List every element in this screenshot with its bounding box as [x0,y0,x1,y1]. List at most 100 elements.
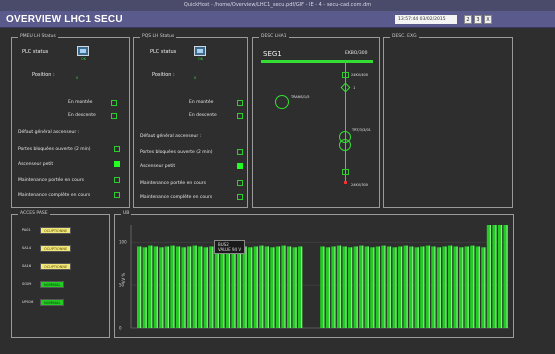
plc-computer-icon[interactable] [194,46,206,56]
chart-bar-highlight [184,247,186,328]
chart-bar-highlight [167,246,169,328]
chart-bar-highlight [239,245,242,328]
portes-indicator [237,149,243,155]
chart-bar-highlight [140,246,142,328]
chart-tooltip: BUS2 VALUE 94 V [214,240,246,254]
plc-status-label: PLC status [150,49,177,55]
defaut-label: Défaut général ascenseur : [140,134,202,139]
chart-bar-highlight [206,247,208,328]
position-value: 0 [76,76,79,80]
chart-bar-highlight [428,245,430,328]
feeder-line [345,63,346,183]
ascenseur-label: Ascenseur petit [18,162,54,167]
access-name-1: SA14 [22,246,32,250]
bottom-breaker-icon[interactable] [342,169,349,175]
chart-bar-highlight [356,246,358,328]
pqs-status-panel: PQS LH Status PLC status OK Position : 0… [133,34,248,208]
position-label: Position : [32,72,55,78]
chart-bar-highlight [284,245,286,328]
chart-bar-highlight [190,246,192,328]
chart-bar-highlight [500,225,503,328]
transformer-secondary-icon [339,139,351,151]
maintenance-portee-indicator [237,180,243,186]
access-status-4[interactable]: NOMINAL [40,299,65,306]
chart-bar-highlight [373,247,375,328]
bottom-alarm-dot [344,181,347,184]
chart-bar-highlight [289,246,292,328]
access-status-1[interactable]: OCUPTIONNE [40,245,72,252]
chart-bar-highlight [334,246,336,328]
chart-bar-highlight [495,225,497,328]
plc-ok-text: OK [198,57,204,61]
chart-bar-highlight [362,245,364,328]
chart-bar-highlight [267,246,269,328]
chart-bar-highlight [484,247,486,328]
desc-exg-panel: DESC. EXG [383,34,513,208]
chart-bar-highlight [162,247,164,328]
seg-id: EKBO/300 [345,51,368,56]
top-breaker-icon[interactable] [342,72,349,78]
transformer-label: TRT/3/3/01 [352,128,371,132]
chart-bar-highlight [195,245,197,328]
access-status-2[interactable]: OCUPTIONNE [40,263,72,270]
access-status-3[interactable]: NOMINAL [40,281,65,288]
chart-bar-highlight [173,245,175,328]
close-button[interactable]: X [484,15,492,24]
disconnector-icon[interactable] [340,82,351,93]
chart-bar-highlight [301,246,303,328]
y-tick-label: 100 [119,240,127,245]
panel-legend: PQS LH Status [140,34,177,39]
chart-bar-highlight [417,247,419,328]
en-descente-indicator [237,113,243,119]
chart-bar-highlight [278,246,280,328]
chart-bar-highlight [456,246,458,328]
page-3-button[interactable]: 3 [474,15,482,24]
chart-bar-highlight [151,245,153,328]
access-status-0[interactable]: OCUPTIONNE [40,227,72,234]
access-name-3: SG09 [22,282,32,286]
chart-bar-highlight [351,247,353,328]
en-montee-indicator [237,100,243,106]
chart-bar-highlight [450,245,453,328]
chart-bar-highlight [384,245,386,328]
ub-chart-panel: UB 0 50 100 kV % BUS2 VALUE 94 V [114,211,514,338]
page-title: OVERVIEW LHC1 SECU [6,14,123,25]
defaut-label: Défaut général ascenseur : [18,130,80,135]
chart-bar-highlight [245,246,247,328]
ascenseur-indicator [237,163,243,169]
chart-bar-highlight [339,245,342,328]
maintenance-portee-label: Maintenance portée en cours [18,178,84,183]
acces-pase-panel: ACCES PASE PA01 OCUPTIONNE SA14 OCUPTIONNE S… [11,211,110,338]
chart-bar-highlight [467,246,469,328]
generator-icon[interactable] [275,95,289,109]
bottom-label: 24KV/300 [351,183,369,187]
plc-ok-text: OK [81,57,87,61]
maintenance-portee-label: Maintenance portée en cours [140,181,206,186]
en-descente-label: En descente [189,113,217,118]
ascenseur-label: Ascenseur petit [140,164,176,169]
panel-legend: DESC. EXG [390,34,419,39]
chart-bar-highlight [201,246,203,328]
chart-bar-highlight [228,247,230,328]
page-2-button[interactable]: 2 [464,15,472,24]
en-descente-label: En descente [68,113,96,118]
portes-label: Portes bloquées ouverte (2 min) [140,150,213,155]
browser-titlebar: QuickHost - /home/Overview/LHC1_secu.pdf… [0,0,555,11]
chart-bar-highlight [439,247,441,328]
chart-bar-highlight [401,246,403,328]
chart-bar-highlight [251,247,253,328]
chart-bar-highlight [412,246,414,328]
top-breaker-label: 24KV/400 [351,73,369,77]
chart-bar-highlight [223,246,225,328]
y-axis-label: kV % [121,273,126,283]
plc-computer-icon[interactable] [77,46,89,56]
chart-bar-highlight [345,246,347,328]
maintenance-complete-indicator [237,194,243,200]
page-header: OVERVIEW LHC1 SECU 13:57:44 03/02/2015 2… [0,11,555,28]
desc-lha1-panel: DESC LHA1 SEG1 EKBO/300 24KV/400 1 TRANS… [252,34,380,208]
overview-window: QuickHost - /home/Overview/LHC1_secu.pdf… [0,0,555,354]
access-name-4: UP016 [22,300,34,304]
access-name-0: PA01 [22,228,31,232]
ascenseur-indicator [114,161,120,167]
chart-bar-highlight [434,246,436,328]
